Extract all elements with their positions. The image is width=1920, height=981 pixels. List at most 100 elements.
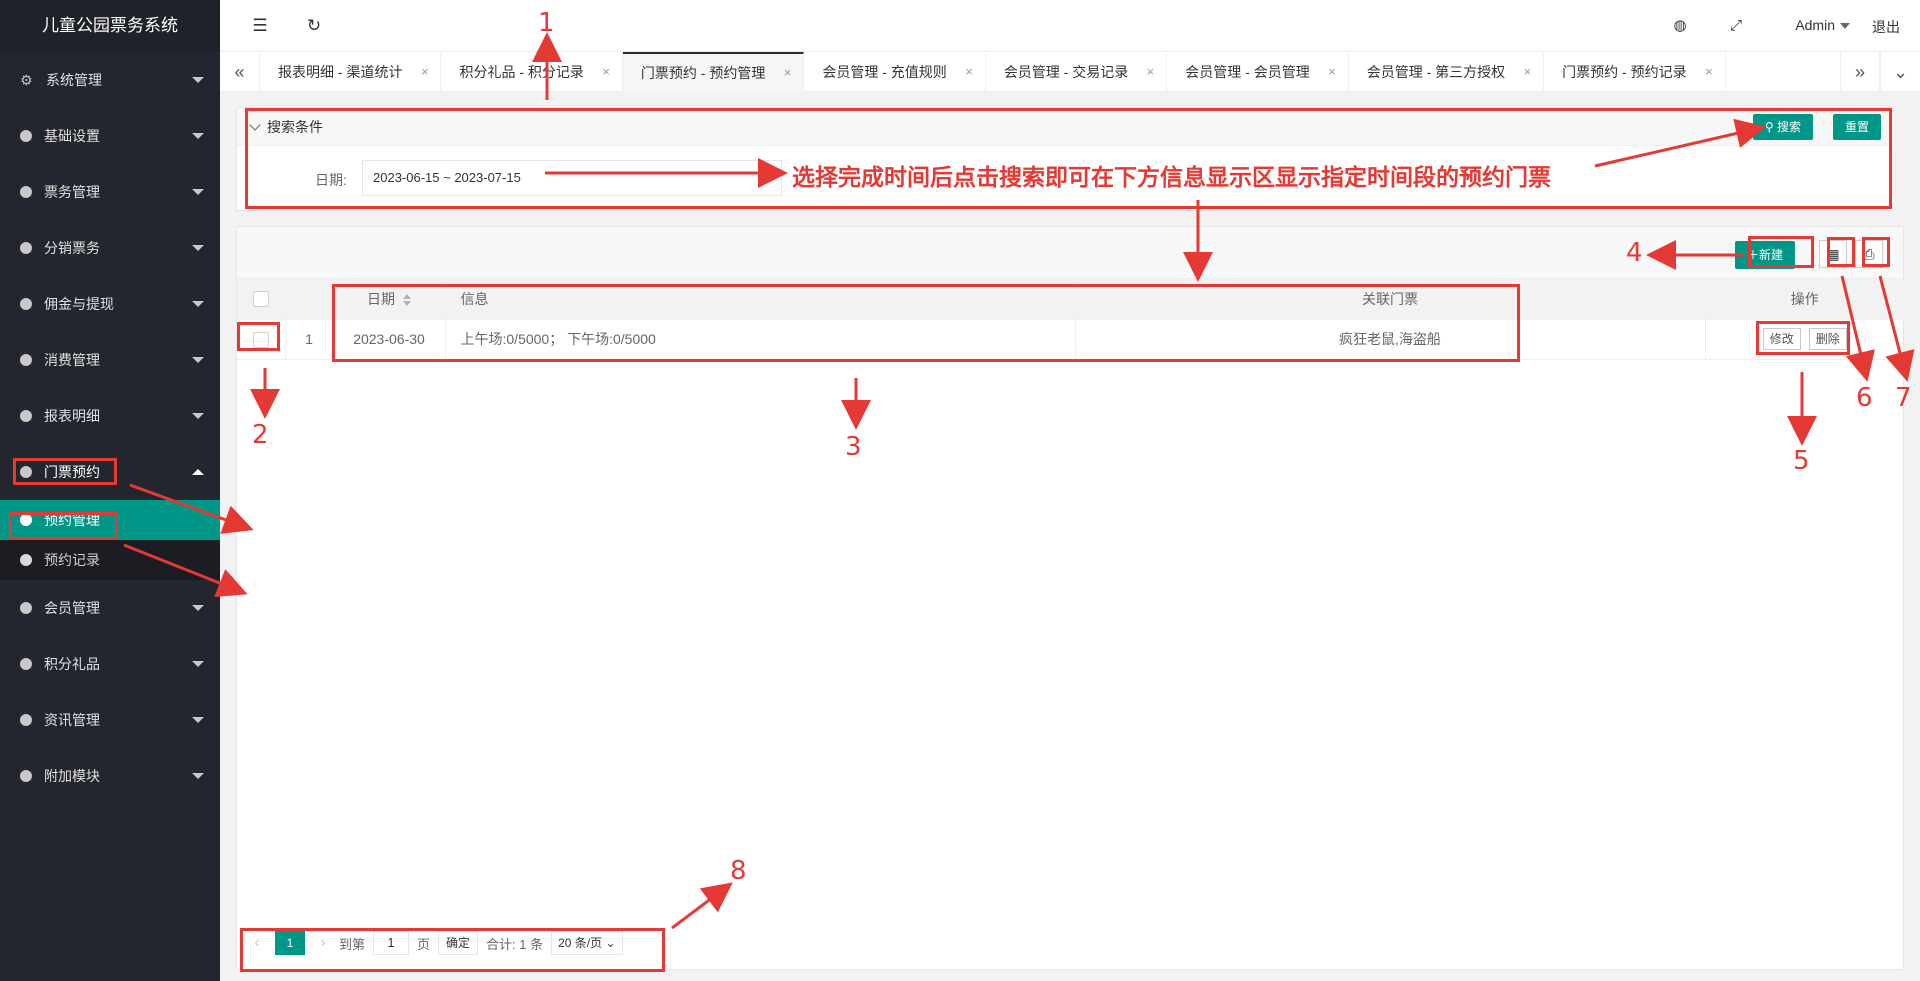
dot-icon — [20, 554, 32, 566]
sidebar-item-1[interactable]: 基础设置 — [0, 108, 220, 164]
select-all-checkbox[interactable] — [252, 291, 269, 308]
palette-icon[interactable]: ◍ — [1670, 16, 1690, 36]
tab-label: 门票预约 - 预约记录 — [1562, 64, 1687, 80]
row-checkbox[interactable] — [252, 331, 269, 348]
page-label: 页 — [417, 936, 431, 952]
prev-page-icon[interactable]: ‹ — [247, 934, 267, 952]
chevron-down-icon — [192, 357, 204, 363]
delete-button[interactable]: 删除 — [1808, 328, 1847, 350]
tabs-prev-icon[interactable]: « — [220, 52, 260, 92]
chevron-down-icon — [1840, 23, 1850, 30]
sidebar-item-label: 票务管理 — [44, 184, 100, 200]
sidebar-item-6[interactable]: 报表明细 — [0, 388, 220, 444]
close-icon[interactable]: × — [602, 52, 610, 92]
close-icon[interactable]: × — [1705, 52, 1713, 92]
tabs-menu-icon[interactable]: ⌄ — [1880, 52, 1920, 92]
sidebar-item-9[interactable]: 积分礼品 — [0, 636, 220, 692]
columns-icon[interactable]: ▦ — [1819, 240, 1847, 268]
pagination: ‹ 1 › 到第 1 页 确定 合计: 1 条 20 条/页 ⌄ — [247, 927, 623, 959]
sidebar-item-label: 佣金与提现 — [44, 296, 114, 312]
close-icon[interactable]: × — [965, 52, 973, 92]
tabs-next-icon[interactable]: » — [1840, 52, 1880, 92]
tab-0[interactable]: 报表明细 - 渠道统计 × — [260, 52, 442, 92]
date-header[interactable]: 日期 — [333, 279, 446, 320]
header: ☰ ↻ ◍ ⤢ Admin 退出 — [220, 0, 1920, 52]
goto-page-input[interactable]: 1 — [373, 931, 410, 955]
close-icon[interactable]: × — [784, 54, 792, 92]
chevron-down-icon — [192, 413, 204, 419]
date-label: 日期: — [315, 172, 347, 188]
sidebar-item-label: 基础设置 — [44, 128, 100, 144]
dot-icon — [20, 130, 32, 142]
new-button-label: 新建 — [1758, 248, 1783, 262]
sidebar-item-3[interactable]: 分销票务 — [0, 220, 220, 276]
tab-label: 会员管理 - 充值规则 — [822, 64, 947, 80]
chevron-down-icon — [192, 717, 204, 723]
close-icon[interactable]: × — [421, 52, 429, 92]
reset-button[interactable]: 重置 — [1832, 114, 1881, 140]
table-header-row: 日期 信息 关联门票 操作 — [237, 279, 1905, 320]
tab-5[interactable]: 会员管理 - 会员管理 × — [1167, 52, 1349, 92]
annotation-number-4: 4 — [1626, 238, 1643, 268]
sidebar-item-4[interactable]: 佣金与提现 — [0, 276, 220, 332]
search-header[interactable]: 搜索条件 ⚲ 搜索 重置 — [237, 108, 1891, 146]
dot-icon — [20, 354, 32, 366]
sidebar-item-11[interactable]: 附加模块 — [0, 748, 220, 804]
ops-header: 操作 — [1705, 279, 1905, 320]
refresh-icon[interactable]: ↻ — [304, 16, 324, 36]
dot-icon — [20, 242, 32, 254]
date-range-input[interactable]: 2023-06-15 ~ 2023-07-15 — [362, 160, 782, 196]
sort-icon[interactable] — [403, 294, 411, 307]
tab-label: 会员管理 - 交易记录 — [1003, 64, 1129, 80]
sidebar-item-8[interactable]: 会员管理 — [0, 580, 220, 636]
close-icon[interactable]: × — [1524, 52, 1532, 92]
logout-link[interactable]: 退出 — [1872, 17, 1900, 37]
annotation-note: 选择完成时间后点击搜索即可在下方信息显示区显示指定时间段的预约门票 — [792, 164, 1551, 190]
tab-7[interactable]: 门票预约 - 预约记录 × — [1544, 52, 1726, 92]
sidebar-item-0[interactable]: ⚙ 系统管理 — [0, 52, 220, 108]
per-page-select[interactable]: 20 条/页 ⌄ — [551, 931, 623, 955]
tab-bar: « 报表明细 - 渠道统计 × 积分礼品 - 积分记录 × 门票预约 - 预约管理 × 会员… — [220, 52, 1920, 92]
user-menu[interactable]: Admin — [1795, 17, 1850, 33]
tab-4[interactable]: 会员管理 - 交易记录 × — [986, 52, 1168, 92]
close-icon[interactable]: × — [1328, 52, 1336, 92]
tab-label: 会员管理 - 会员管理 — [1185, 64, 1310, 80]
print-icon[interactable]: ⎙ — [1855, 240, 1883, 268]
tab-1[interactable]: 积分礼品 - 积分记录 × — [441, 52, 623, 92]
search-icon: ⚲ — [1764, 120, 1777, 134]
sidebar-item-7[interactable]: 门票预约 — [0, 444, 220, 500]
gear-icon: ⚙ — [20, 72, 33, 88]
new-button[interactable]: ＋新建 — [1734, 241, 1795, 269]
dot-icon — [20, 186, 32, 198]
confirm-page-button[interactable]: 确定 — [438, 931, 479, 955]
search-button[interactable]: ⚲ 搜索 — [1752, 114, 1813, 140]
next-page-icon[interactable]: › — [313, 934, 333, 952]
submenu-item-1[interactable]: 预约记录 — [0, 540, 220, 580]
annotation-number-2: 2 — [252, 420, 269, 450]
tab-list: 报表明细 - 渠道统计 × 积分礼品 - 积分记录 × 门票预约 - 预约管理 × 会员管理… — [260, 52, 1726, 92]
submenu-item-0[interactable]: 预约管理 — [0, 500, 220, 540]
tab-2[interactable]: 门票预约 - 预约管理 × — [622, 52, 805, 92]
sidebar-item-2[interactable]: 票务管理 — [0, 164, 220, 220]
edit-button[interactable]: 修改 — [1762, 328, 1801, 350]
dot-icon — [20, 714, 32, 726]
menu-toggle-icon[interactable]: ☰ — [250, 16, 270, 36]
data-table: 日期 信息 关联门票 操作 1 2023-06-30 上午场:0/5000； 下… — [237, 279, 1905, 360]
sidebar-item-10[interactable]: 资讯管理 — [0, 692, 220, 748]
sidebar-item-label: 积分礼品 — [44, 656, 100, 672]
dot-icon — [20, 770, 32, 782]
annotation-number-8: 8 — [730, 856, 747, 886]
current-page[interactable]: 1 — [275, 931, 305, 955]
sidebar-item-label: 消费管理 — [44, 352, 100, 368]
chevron-down-icon — [192, 245, 204, 251]
tab-label: 报表明细 - 渠道统计 — [278, 64, 403, 80]
sidebar-item-5[interactable]: 消费管理 — [0, 332, 220, 388]
row-date: 2023-06-30 — [333, 319, 446, 360]
fullscreen-icon[interactable]: ⤢ — [1726, 16, 1746, 36]
chevron-down-icon — [192, 133, 204, 139]
total-count: 合计: 1 条 — [486, 936, 544, 952]
close-icon[interactable]: × — [1147, 52, 1155, 92]
tab-6[interactable]: 会员管理 - 第三方授权 × — [1349, 52, 1545, 92]
chevron-down-icon — [192, 189, 204, 195]
tab-3[interactable]: 会员管理 - 充值规则 × — [804, 52, 986, 92]
